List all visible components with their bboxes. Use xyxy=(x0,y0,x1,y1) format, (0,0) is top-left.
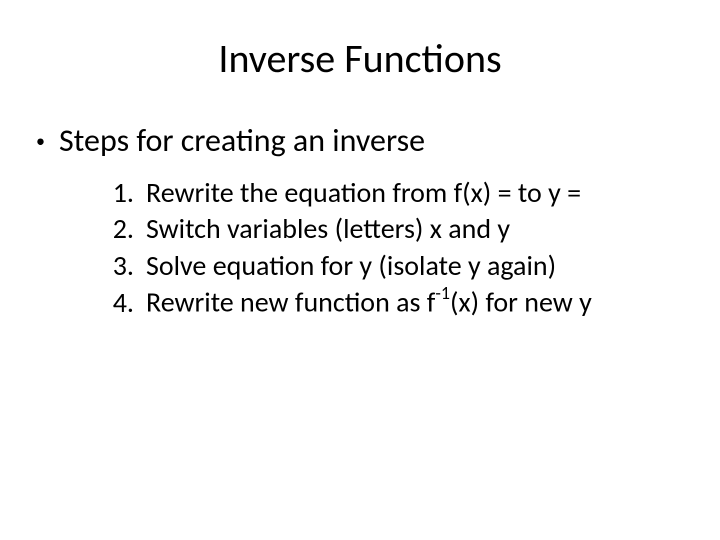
steps-list: 1. Rewrite the equation from f(x) = to y… xyxy=(100,175,690,321)
superscript: -1 xyxy=(435,282,450,304)
step-number: 4. xyxy=(100,285,134,321)
step-text-post: (x) for new y xyxy=(450,285,592,320)
step-text: Solve equation for y (isolate y again) xyxy=(146,248,556,284)
list-item: 2. Switch variables (letters) x and y xyxy=(100,211,690,247)
page-title: Inverse Functions xyxy=(30,34,690,83)
step-number: 3. xyxy=(100,248,134,284)
list-item: 3. Solve equation for y (isolate y again… xyxy=(100,248,690,284)
step-text: Rewrite the equation from f(x) = to y = xyxy=(146,175,581,211)
main-bullet-row: • Steps for creating an inverse xyxy=(36,121,690,161)
step-text: Rewrite new function as f-1(x) for new y xyxy=(146,284,592,321)
bullet-icon: • xyxy=(36,121,45,161)
step-number: 2. xyxy=(100,211,134,247)
slide: Inverse Functions • Steps for creating a… xyxy=(0,0,720,540)
list-item: 1. Rewrite the equation from f(x) = to y… xyxy=(100,175,690,211)
step-number: 1. xyxy=(100,175,134,211)
step-text-pre: Rewrite new function as f xyxy=(146,285,435,320)
list-item: 4. Rewrite new function as f-1(x) for ne… xyxy=(100,284,690,321)
step-text: Switch variables (letters) x and y xyxy=(146,211,510,247)
main-bullet-text: Steps for creating an inverse xyxy=(59,121,425,160)
